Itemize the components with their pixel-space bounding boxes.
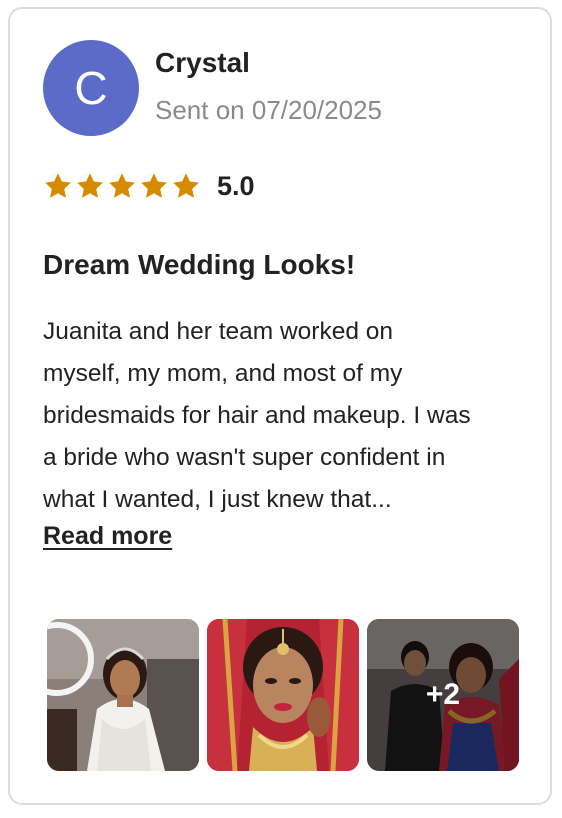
review-text-line: bridesmaids for hair and makeup. I was bbox=[43, 402, 471, 429]
review-text: Juanita and her team worked on myself, m… bbox=[43, 311, 533, 521]
bride-white-dress-photo bbox=[47, 619, 199, 771]
star-icon bbox=[45, 173, 71, 198]
review-card: C Crystal Sent on 07/20/2025 5.0 Dream W… bbox=[8, 7, 552, 805]
avatar: C bbox=[43, 40, 139, 136]
star-icon bbox=[109, 173, 135, 198]
review-title: Dream Wedding Looks! bbox=[43, 249, 356, 280]
star-icon bbox=[77, 173, 103, 198]
sent-date: Sent on 07/20/2025 bbox=[155, 95, 382, 125]
reviewer-name: Crystal bbox=[155, 47, 250, 78]
review-text-line: a bride who wasn't super confident in bbox=[43, 444, 446, 471]
star-icon bbox=[173, 173, 199, 198]
photo-thumbnail-2[interactable] bbox=[207, 619, 359, 771]
photo-thumbnail-3[interactable]: +2 bbox=[367, 619, 519, 771]
star-rating bbox=[43, 171, 201, 201]
photo-gallery: +2 bbox=[47, 619, 519, 771]
review-text-line: myself, my mom, and most of my bbox=[43, 360, 403, 387]
star-icon bbox=[141, 173, 167, 198]
more-photos-count: +2 bbox=[367, 619, 519, 771]
photo-thumbnail-1[interactable] bbox=[47, 619, 199, 771]
review-text-line: Juanita and her team worked on bbox=[43, 318, 394, 345]
rating-row: 5.0 bbox=[43, 166, 255, 206]
rating-value: 5.0 bbox=[217, 170, 255, 201]
bride-closeup-jewelry-photo bbox=[207, 619, 359, 771]
read-more-link[interactable]: Read more bbox=[43, 522, 172, 551]
review-text-line: what I wanted, I just knew that... bbox=[43, 486, 392, 513]
